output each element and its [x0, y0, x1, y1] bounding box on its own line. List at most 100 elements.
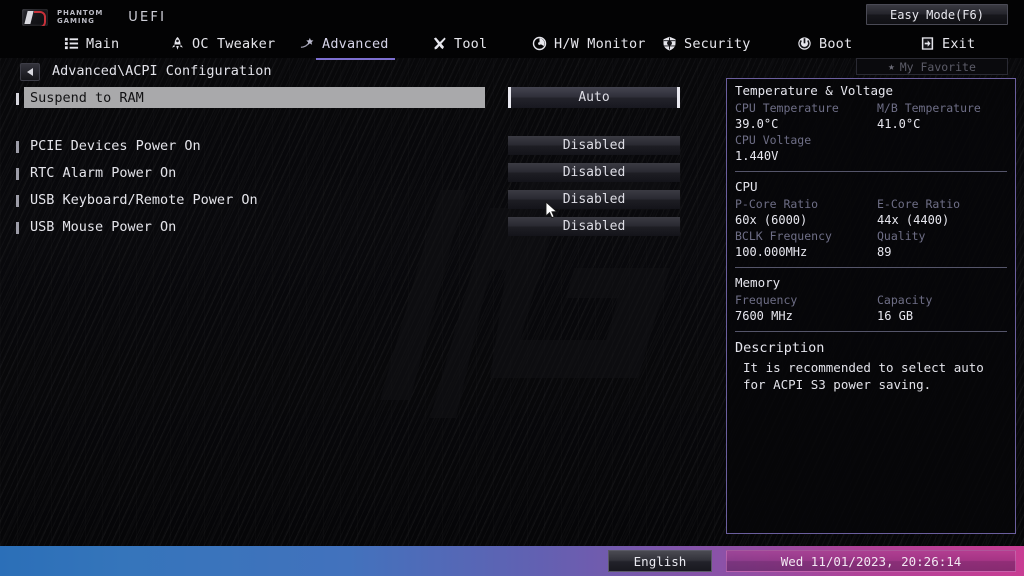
divider	[735, 267, 1007, 268]
tab-exit[interactable]: Exit	[918, 29, 977, 58]
setting-value-dropdown[interactable]: Disabled	[508, 136, 680, 155]
setting-row-usb-mouse-power-on[interactable]: USB Mouse Power On Disabled	[0, 215, 700, 242]
setting-value-dropdown[interactable]: Disabled	[508, 163, 680, 182]
list-icon	[64, 37, 79, 50]
system-info-panel: Temperature & Voltage CPU Temperature M/…	[726, 78, 1016, 534]
brand-line-2: GAMING	[57, 16, 95, 25]
info-label: E-Core Ratio	[877, 197, 961, 211]
info-label: BCLK Frequency	[735, 229, 832, 243]
section-title: Temperature & Voltage	[735, 83, 894, 98]
setting-label: Suspend to RAM	[30, 90, 144, 106]
info-value: 41.0°C	[877, 117, 921, 131]
brand-logo: PHANTOM GAMING UEFI	[22, 9, 166, 26]
info-value: 16 GB	[877, 309, 914, 323]
info-pair-row: Frequency Capacity 7600 MHz 16 GB	[735, 292, 1007, 324]
language-button[interactable]: English	[608, 550, 712, 572]
nav-tabs: Main OC Tweaker Advanced Tool H/W Monito…	[0, 29, 975, 60]
rocket-icon	[172, 36, 183, 50]
phantom-gaming-badge-icon	[22, 9, 48, 26]
tab-exit-label: Exit	[942, 35, 976, 52]
setting-value-dropdown[interactable]: Disabled	[508, 190, 680, 209]
shield-icon	[663, 36, 676, 51]
info-pair-row: CPU Voltage 1.440V	[735, 132, 1007, 164]
tab-tool[interactable]: Tool	[430, 29, 489, 58]
datetime-display[interactable]: Wed 11/01/2023, 20:26:14	[726, 550, 1016, 572]
breadcrumb-text: Advanced\ACPI Configuration	[52, 63, 272, 79]
tab-security[interactable]: Security	[660, 29, 753, 58]
info-value: 44x (4400)	[877, 213, 950, 227]
star-icon: ★	[888, 60, 895, 73]
uefi-setup-screen: PHANTOM GAMING UEFI Main OC Tweaker Adva…	[0, 0, 1024, 576]
row-bullet-icon	[16, 195, 19, 207]
info-section-temperature-voltage: Temperature & Voltage CPU Temperature M/…	[727, 79, 1015, 166]
setting-row-rtc-alarm-power-on[interactable]: RTC Alarm Power On Disabled	[0, 161, 700, 188]
my-favorite-label: My Favorite	[899, 59, 976, 74]
info-label: CPU Temperature	[735, 101, 839, 115]
setting-label: PCIE Devices Power On	[30, 138, 201, 154]
info-label: Quality	[877, 229, 926, 243]
info-value	[877, 148, 1007, 164]
info-value: 100.000MHz	[735, 245, 808, 259]
info-value: 39.0°C	[735, 117, 779, 131]
tab-main-label: Main	[86, 35, 120, 52]
row-bullet-icon	[16, 222, 19, 234]
info-label: P-Core Ratio	[735, 197, 819, 211]
description-body: It is recommended to select auto for ACP…	[743, 360, 984, 392]
info-label: M/B Temperature	[877, 101, 981, 115]
setting-label: RTC Alarm Power On	[30, 165, 177, 181]
row-bullet-icon	[16, 168, 19, 180]
setting-value-dropdown[interactable]: Disabled	[508, 217, 680, 236]
tab-oc-tweaker[interactable]: OC Tweaker	[168, 29, 277, 58]
tab-boot-label: Boot	[819, 35, 853, 52]
info-pair-row: CPU Temperature M/B Temperature 39.0°C 4…	[735, 100, 1007, 132]
info-pair-row: BCLK Frequency Quality 100.000MHz 89	[735, 228, 1007, 260]
setting-label: USB Mouse Power On	[30, 219, 177, 235]
info-value: 7600 MHz	[735, 309, 793, 323]
easy-mode-button[interactable]: Easy Mode(F6)	[866, 4, 1008, 25]
section-title: Memory	[735, 275, 781, 290]
tab-oc-tweaker-label: OC Tweaker	[192, 35, 276, 52]
info-section-cpu: CPU P-Core Ratio E-Core Ratio 60x (6000)…	[727, 175, 1015, 262]
gauge-icon	[532, 36, 547, 51]
tools-icon	[433, 37, 446, 50]
info-label: CPU Voltage	[735, 133, 812, 147]
setting-value-dropdown[interactable]: Auto	[508, 87, 680, 108]
top-bar: PHANTOM GAMING UEFI Main OC Tweaker Adva…	[0, 0, 1024, 60]
tab-advanced[interactable]: Advanced	[298, 29, 395, 60]
divider	[735, 331, 1007, 332]
info-label: Frequency	[735, 293, 798, 307]
brand-wordmark: PHANTOM GAMING	[57, 10, 103, 24]
divider	[735, 171, 1007, 172]
info-label: Capacity	[877, 293, 933, 307]
my-favorite-button[interactable]: ★ My Favorite	[856, 58, 1008, 75]
tab-hw-monitor-label: H/W Monitor	[554, 35, 646, 52]
tab-main[interactable]: Main	[62, 29, 121, 58]
info-label	[877, 132, 1007, 148]
star-arc-icon	[300, 37, 314, 48]
setting-row-pcie-devices-power-on[interactable]: PCIE Devices Power On Disabled	[0, 134, 700, 161]
setting-row-suspend-to-ram[interactable]: Suspend to RAM Auto	[0, 86, 700, 113]
tab-security-label: Security	[684, 35, 751, 52]
info-value: 60x (6000)	[735, 213, 808, 227]
chevron-left-icon	[27, 68, 33, 76]
tab-tool-label: Tool	[454, 35, 488, 52]
setting-row-usb-keyboard-remote-power-on[interactable]: USB Keyboard/Remote Power On Disabled	[0, 188, 700, 215]
back-button[interactable]	[20, 63, 40, 81]
uefi-label: UEFI	[128, 10, 167, 25]
tab-boot[interactable]: Boot	[795, 29, 854, 58]
breadcrumb: Advanced\ACPI Configuration	[0, 58, 720, 86]
info-section-memory: Memory Frequency Capacity 7600 MHz 16 GB	[727, 271, 1015, 326]
row-bullet-icon	[16, 93, 19, 105]
tab-hw-monitor[interactable]: H/W Monitor	[530, 29, 648, 58]
tab-advanced-label: Advanced	[322, 35, 389, 52]
exit-icon	[921, 37, 934, 50]
setting-label: USB Keyboard/Remote Power On	[30, 192, 258, 208]
section-title: CPU	[735, 179, 758, 194]
power-icon	[798, 37, 811, 50]
row-bullet-icon	[16, 141, 19, 153]
description-title: Description	[735, 340, 825, 356]
bottom-status-bar: English Wed 11/01/2023, 20:26:14	[0, 546, 1024, 576]
info-pair-row: P-Core Ratio E-Core Ratio 60x (6000) 44x…	[735, 196, 1007, 228]
info-value: 89	[877, 245, 892, 259]
info-value: 1.440V	[735, 149, 779, 163]
